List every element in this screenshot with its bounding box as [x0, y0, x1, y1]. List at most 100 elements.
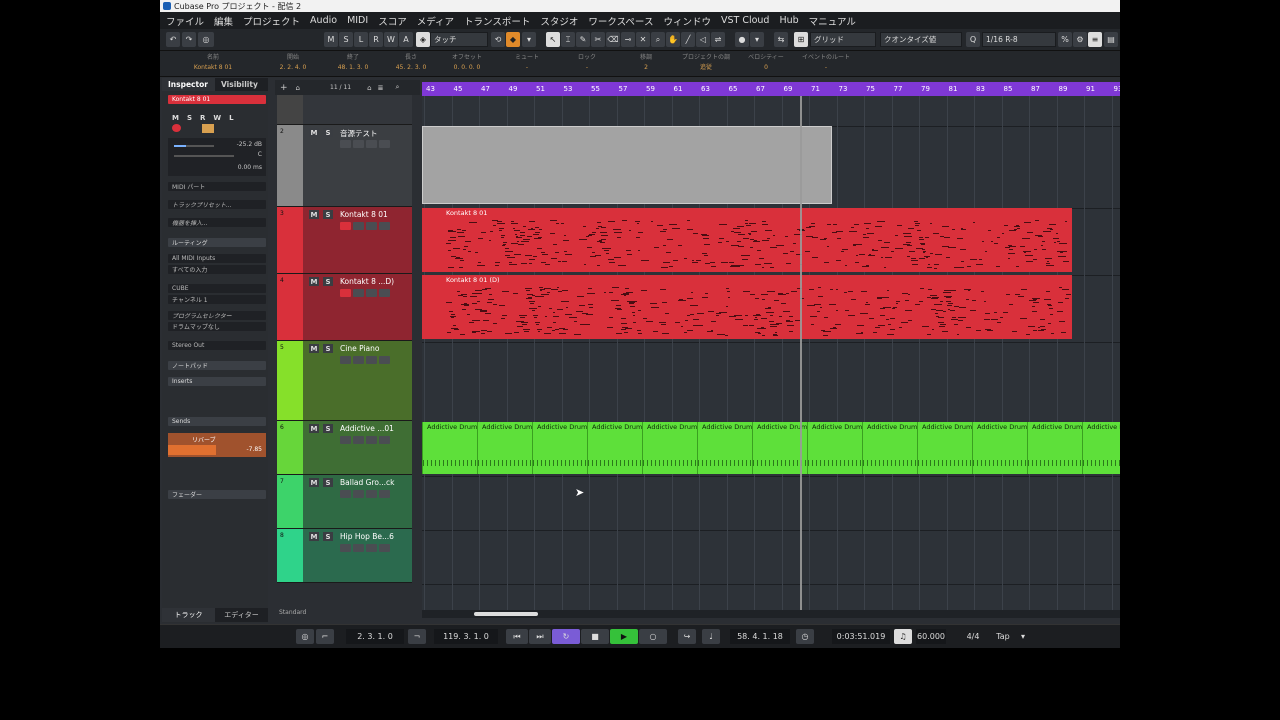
menu-window[interactable]: ウィンドウ [663, 14, 711, 28]
chevron-down-icon[interactable]: ▾ [750, 32, 764, 47]
menu-audio[interactable]: Audio [310, 15, 337, 26]
edit-icon[interactable] [379, 544, 390, 552]
split-tool-icon[interactable]: ✂ [591, 32, 605, 47]
midi-part-drums[interactable]: Addictive Drums [532, 422, 587, 474]
audio-part-grey[interactable] [422, 126, 832, 204]
time-signature[interactable]: 4/4 [960, 629, 986, 644]
inspector-track-name[interactable]: Kontakt 8 01 [168, 95, 266, 104]
edit-icon[interactable] [379, 289, 390, 297]
tap-tempo-button[interactable]: Tap [990, 629, 1016, 644]
midi-part-drums[interactable]: Addictive Drums [422, 422, 477, 474]
mute-button[interactable]: M [309, 532, 319, 541]
monitor-icon[interactable] [353, 140, 364, 148]
record-enable-icon[interactable] [172, 124, 181, 132]
insert-device-field[interactable]: 機器を挿入... [168, 218, 266, 227]
record-icon[interactable] [340, 222, 351, 230]
edit-icon[interactable] [379, 436, 390, 444]
draw-tool-icon[interactable]: ✎ [576, 32, 590, 47]
snap-type-select[interactable]: グリッド [810, 32, 876, 47]
scroll-thumb[interactable] [474, 612, 538, 616]
solo-button[interactable]: S [323, 128, 333, 137]
info-mute-value[interactable]: - [494, 63, 560, 73]
pan-value[interactable]: C [258, 151, 262, 158]
automation-mode-icon[interactable]: ◈ [416, 32, 430, 47]
mute-button[interactable]: M [309, 478, 319, 487]
midi-part-drums[interactable]: Addictive Drums [477, 422, 532, 474]
record-icon[interactable] [340, 140, 351, 148]
monitor-icon[interactable] [353, 356, 364, 364]
menu-file[interactable]: ファイル [166, 14, 204, 28]
cycle-icon[interactable]: ↻ [552, 629, 580, 644]
info-route-value[interactable]: - [793, 63, 859, 73]
read-icon[interactable] [366, 222, 377, 230]
notepad-section[interactable]: ノートパッド [168, 361, 266, 370]
info-key-value[interactable]: 追従 [673, 63, 739, 73]
track-name[interactable]: Ballad Gro...ck [340, 478, 394, 487]
info-end-value[interactable]: 48. 1. 3. 0 [320, 63, 386, 73]
read-icon[interactable] [366, 356, 377, 364]
menu-transport[interactable]: トランスポート [464, 14, 530, 28]
midi-part-kontakt-d[interactable]: Kontakt 8 01 (D) [422, 275, 1072, 339]
audio-output-select[interactable]: Stereo Out [168, 341, 266, 350]
position-bars[interactable]: 58. 4. 1. 18 [730, 629, 790, 644]
quantize-icon[interactable]: Q [966, 32, 980, 47]
track-row[interactable]: 5 M S Cine Piano [277, 341, 412, 421]
color-icon[interactable]: ● [735, 32, 749, 47]
monitor-icon[interactable] [353, 222, 364, 230]
track-visibility-icon[interactable]: ⌂ [367, 84, 371, 92]
mute-icon[interactable] [340, 544, 351, 552]
input-channel-select[interactable]: すべての入力 [168, 265, 266, 274]
track-folder-icon[interactable]: ⌂ [296, 84, 300, 92]
tab-editor[interactable]: エディター [215, 608, 268, 622]
send-level[interactable]: -7.85 [246, 446, 262, 453]
midi-part-drums[interactable]: Addictive Drums [862, 422, 917, 474]
toolbar-solo-button[interactable]: S [339, 32, 353, 47]
quantize-type-select[interactable]: クオンタイズ値 [880, 32, 962, 47]
track-row[interactable]: 3 M S Kontakt 8 01 [277, 207, 412, 274]
menu-media[interactable]: メディア [417, 14, 454, 28]
mute-button[interactable]: M [309, 424, 319, 433]
toolbar-automation-button[interactable]: A [399, 32, 413, 47]
line-tool-icon[interactable]: ╱ [681, 32, 695, 47]
midi-part-field[interactable]: MIDI パート [168, 182, 266, 191]
tab-track[interactable]: トラック [162, 608, 215, 622]
mute-icon[interactable] [340, 490, 351, 498]
solo-button[interactable]: S [323, 344, 333, 353]
tempo-value[interactable]: 60.000 [916, 629, 946, 644]
edit-icon[interactable] [379, 222, 390, 230]
redo-icon[interactable]: ↷ [182, 32, 196, 47]
midi-part-drums[interactable]: Addictive Drums [917, 422, 972, 474]
timeline-ruler[interactable]: 43 45 47 49 51 53 55 57 59 61 63 65 67 69 71 73 75 77 79 81… [422, 82, 1120, 96]
play-tool-icon[interactable]: ◁ [696, 32, 710, 47]
chevron-down-icon[interactable]: ▾ [522, 32, 536, 47]
comp-tool-icon[interactable]: ⇌ [711, 32, 725, 47]
track-name[interactable]: Cine Piano [340, 344, 379, 353]
auto-scroll-icon[interactable]: ⟲ [491, 32, 505, 47]
go-to-end-icon[interactable]: ⏭ [529, 629, 551, 644]
sends-section[interactable]: Sends [168, 417, 266, 426]
read-icon[interactable] [366, 140, 377, 148]
snap-icon[interactable]: ⇆ [774, 32, 788, 47]
go-to-start-icon[interactable]: ⏮ [506, 629, 528, 644]
midi-part-kontakt[interactable]: Kontakt 8 01 [422, 208, 1072, 272]
record-icon[interactable] [340, 436, 351, 444]
solo-button[interactable]: S [323, 424, 333, 433]
edit-icon[interactable] [379, 140, 390, 148]
midi-part-drums[interactable]: Addictive Drums [697, 422, 752, 474]
zoom-tool-icon[interactable]: ⌕ [651, 32, 665, 47]
search-icon[interactable]: ⌕ [395, 83, 399, 92]
quantize-settings-icon[interactable]: ⚙ [1073, 32, 1087, 47]
hand-tool-icon[interactable]: ✋ [666, 32, 680, 47]
track-name[interactable]: Addictive ...01 [340, 424, 394, 433]
read-icon[interactable] [366, 289, 377, 297]
solo-button[interactable]: S [323, 210, 333, 219]
stop-icon[interactable]: ■ [581, 629, 609, 644]
monitor-icon[interactable] [202, 124, 214, 133]
midi-part-drums[interactable]: Addictive Drums [807, 422, 862, 474]
info-velocity-value[interactable]: 0 [733, 63, 799, 73]
toolbar-write-button[interactable]: W [384, 32, 398, 47]
record-icon[interactable] [340, 356, 351, 364]
project-cursor[interactable] [800, 96, 802, 610]
left-locator-value[interactable]: 2. 3. 1. 0 [346, 629, 404, 644]
info-start-value[interactable]: 2. 2. 4. 0 [260, 63, 326, 73]
